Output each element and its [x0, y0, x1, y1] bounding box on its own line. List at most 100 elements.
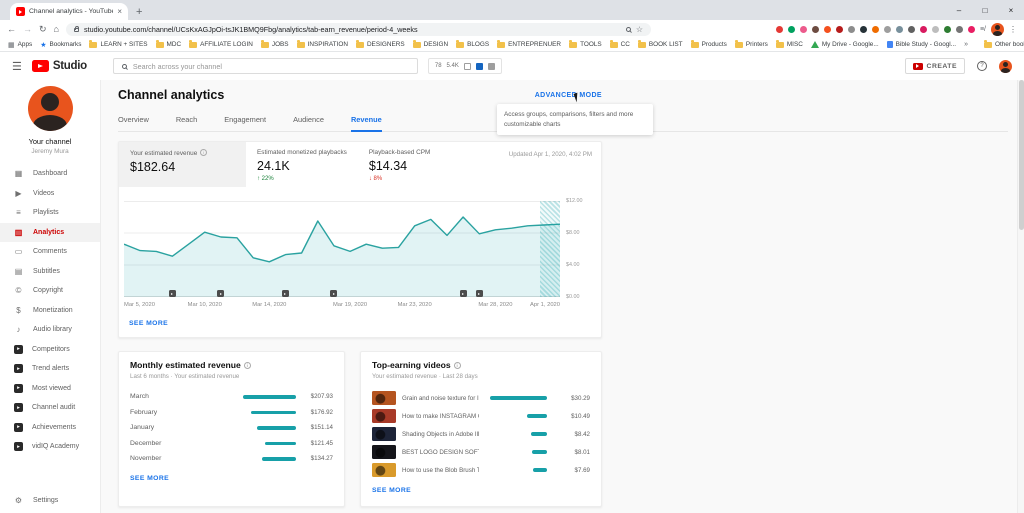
bookmark-item[interactable]: My Drive - Google...: [811, 41, 879, 48]
bookmark-item[interactable]: DESIGNERS: [356, 41, 405, 48]
bookmark-item[interactable]: Printers: [735, 41, 768, 48]
tab-close-icon[interactable]: ×: [117, 7, 122, 16]
sidebar-item-competitors[interactable]: ▸Competitors: [0, 340, 100, 360]
bookmark-item[interactable]: BLOGS: [456, 41, 489, 48]
tab-engagement[interactable]: Engagement: [224, 111, 266, 131]
metric-playback-cpm[interactable]: Playback-based CPM $14.34 ↓ 8%: [358, 142, 441, 187]
video-published-marker[interactable]: [282, 290, 289, 297]
extension-icon[interactable]: [908, 26, 915, 33]
extension-icon[interactable]: [860, 26, 867, 33]
bookmark-item[interactable]: DESIGN: [413, 41, 449, 48]
bookmark-item[interactable]: JOBS: [261, 41, 289, 48]
see-more-link[interactable]: SEE MORE: [129, 320, 168, 327]
sidebar-item-dashboard[interactable]: ▦Dashboard: [0, 164, 100, 184]
extension-icon[interactable]: [968, 26, 975, 33]
video-published-marker[interactable]: [460, 290, 467, 297]
browser-profile-avatar[interactable]: [991, 23, 1004, 36]
extension-icon[interactable]: [836, 26, 843, 33]
extension-icon[interactable]: [896, 26, 903, 33]
bookmarks-overflow-chevron[interactable]: »: [964, 41, 968, 48]
extension-icon[interactable]: [920, 26, 927, 33]
top-video-row[interactable]: Grain and noise texture for Illustration…: [372, 389, 590, 407]
extension-icon[interactable]: [848, 26, 855, 33]
bookmark-item[interactable]: LEARN + SITES: [89, 41, 147, 48]
bookmark-item[interactable]: AFFILIATE LOGIN: [189, 41, 253, 48]
top-video-row[interactable]: How to make INSTAGRAM CAROUSELS - Il...$…: [372, 407, 590, 425]
vidiq-play-icon[interactable]: [476, 63, 483, 70]
bookmark-item[interactable]: TOOLS: [569, 41, 602, 48]
monthly-revenue-row[interactable]: February$176.92: [130, 405, 333, 421]
bookmark-item[interactable]: ENTREPRENUER: [497, 41, 561, 48]
bookmark-item[interactable]: INSPIRATION: [297, 41, 348, 48]
bookmark-item[interactable]: Other bookmarks: [984, 41, 1024, 48]
video-published-marker[interactable]: [330, 290, 337, 297]
vidiq-mini-icon[interactable]: [464, 63, 471, 70]
help-icon[interactable]: ?: [977, 61, 987, 71]
sidebar-item-vidiq-academy[interactable]: ▸vidIQ Academy: [0, 437, 100, 457]
bookmark-item[interactable]: MDC: [156, 41, 182, 48]
extension-icon[interactable]: [800, 26, 807, 33]
video-published-marker[interactable]: [217, 290, 224, 297]
extension-icon[interactable]: [956, 26, 963, 33]
monthly-revenue-row[interactable]: January$151.14: [130, 420, 333, 436]
home-icon[interactable]: ⌂: [54, 24, 59, 34]
lock-icon[interactable]: [74, 28, 79, 32]
bookmark-item[interactable]: MISC: [776, 41, 803, 48]
sidebar-item-trend-alerts[interactable]: ▸Trend alerts: [0, 359, 100, 379]
extension-icon[interactable]: [872, 26, 879, 33]
video-published-marker[interactable]: [169, 290, 176, 297]
revenue-chart[interactable]: $12.00$8.00$4.00$0.00 Mar 5, 2020Mar 10,…: [124, 201, 595, 312]
hamburger-menu-icon[interactable]: ☰: [12, 60, 22, 73]
browser-tab[interactable]: Channel analytics - YouTube Stu... ×: [10, 3, 128, 20]
sidebar-item-playlists[interactable]: ≡Playlists: [0, 203, 100, 223]
extension-icon[interactable]: [824, 26, 831, 33]
extension-icon[interactable]: [788, 26, 795, 33]
bookmark-item[interactable]: ★Bookmarks: [40, 41, 81, 49]
monthly-revenue-row[interactable]: March$207.93: [130, 389, 333, 405]
new-tab-button[interactable]: +: [136, 6, 142, 18]
back-icon[interactable]: ←: [7, 24, 16, 34]
reload-icon[interactable]: ↻: [39, 24, 47, 35]
search-icon[interactable]: [626, 27, 631, 32]
top-video-row[interactable]: BEST LOGO DESIGN SOFTWARE 2020$8.01: [372, 443, 590, 461]
channel-avatar[interactable]: [28, 86, 73, 131]
sidebar-item-analytics[interactable]: ▥Analytics: [0, 223, 100, 243]
browser-menu-icon[interactable]: ⋮: [1009, 25, 1017, 34]
monthly-revenue-row[interactable]: December$121.45: [130, 436, 333, 452]
sidebar-item-monetization[interactable]: $Monetization: [0, 301, 100, 321]
window-minimize-button[interactable]: –: [946, 0, 972, 20]
tab-revenue[interactable]: Revenue: [351, 111, 382, 132]
scrollbar-thumb[interactable]: [1019, 80, 1024, 230]
vidiq-mini-icon[interactable]: [488, 63, 495, 70]
vidiq-toolbar-widget[interactable]: 78 5.4K: [428, 58, 502, 74]
sidebar-item-most-viewed[interactable]: ▸Most viewed: [0, 379, 100, 399]
forward-icon[interactable]: →: [23, 24, 32, 34]
sidebar-item-settings[interactable]: ⚙ Settings: [0, 491, 100, 511]
address-bar[interactable]: studio.youtube.com/channel/UCsKxAGJpOi-t…: [66, 23, 651, 36]
advanced-mode-link[interactable]: ADVANCED MODE: [535, 92, 602, 99]
top-video-row[interactable]: How to use the Blob Brush Tool in Adobe …: [372, 461, 590, 479]
studio-logo[interactable]: Studio: [32, 60, 87, 72]
monthly-revenue-row[interactable]: November$134.27: [130, 451, 333, 467]
sidebar-item-audio-library[interactable]: ♪Audio library: [0, 320, 100, 340]
see-more-link[interactable]: SEE MORE: [372, 487, 411, 494]
account-avatar[interactable]: [999, 60, 1012, 73]
create-button[interactable]: CREATE: [905, 58, 965, 74]
see-more-link[interactable]: SEE MORE: [130, 475, 169, 482]
metric-estimated-revenue[interactable]: Your estimated revenue $182.64: [119, 142, 246, 187]
window-close-button[interactable]: ×: [998, 0, 1024, 20]
metric-monetized-playbacks[interactable]: Estimated monetized playbacks 24.1K ↑ 22…: [246, 142, 358, 187]
extension-icon[interactable]: [884, 26, 891, 33]
sidebar-item-comments[interactable]: ▭Comments: [0, 242, 100, 262]
window-maximize-button[interactable]: □: [972, 0, 998, 20]
search-input[interactable]: [133, 62, 409, 71]
sidebar-item-channel-audit[interactable]: ▸Channel audit: [0, 398, 100, 418]
bookmark-item[interactable]: BOOK LIST: [638, 41, 683, 48]
extension-icon[interactable]: [944, 26, 951, 33]
bookmark-item[interactable]: ▦Apps: [8, 41, 32, 49]
page-scrollbar[interactable]: [1017, 80, 1024, 513]
sidebar-item-achievements[interactable]: ▸Achievements: [0, 418, 100, 438]
bookmark-item[interactable]: Products: [691, 41, 727, 48]
extension-icon[interactable]: [812, 26, 819, 33]
extension-icon[interactable]: ≡/: [980, 26, 986, 33]
